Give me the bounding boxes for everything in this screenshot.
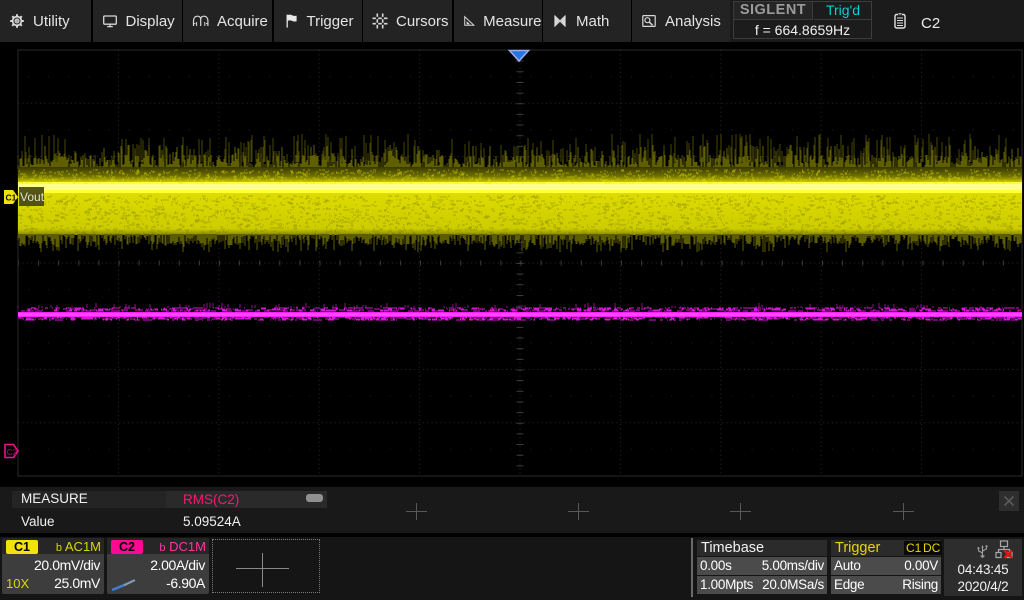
svg-text:C2: C2 xyxy=(7,447,18,457)
svg-text:C1: C1 xyxy=(6,193,17,203)
